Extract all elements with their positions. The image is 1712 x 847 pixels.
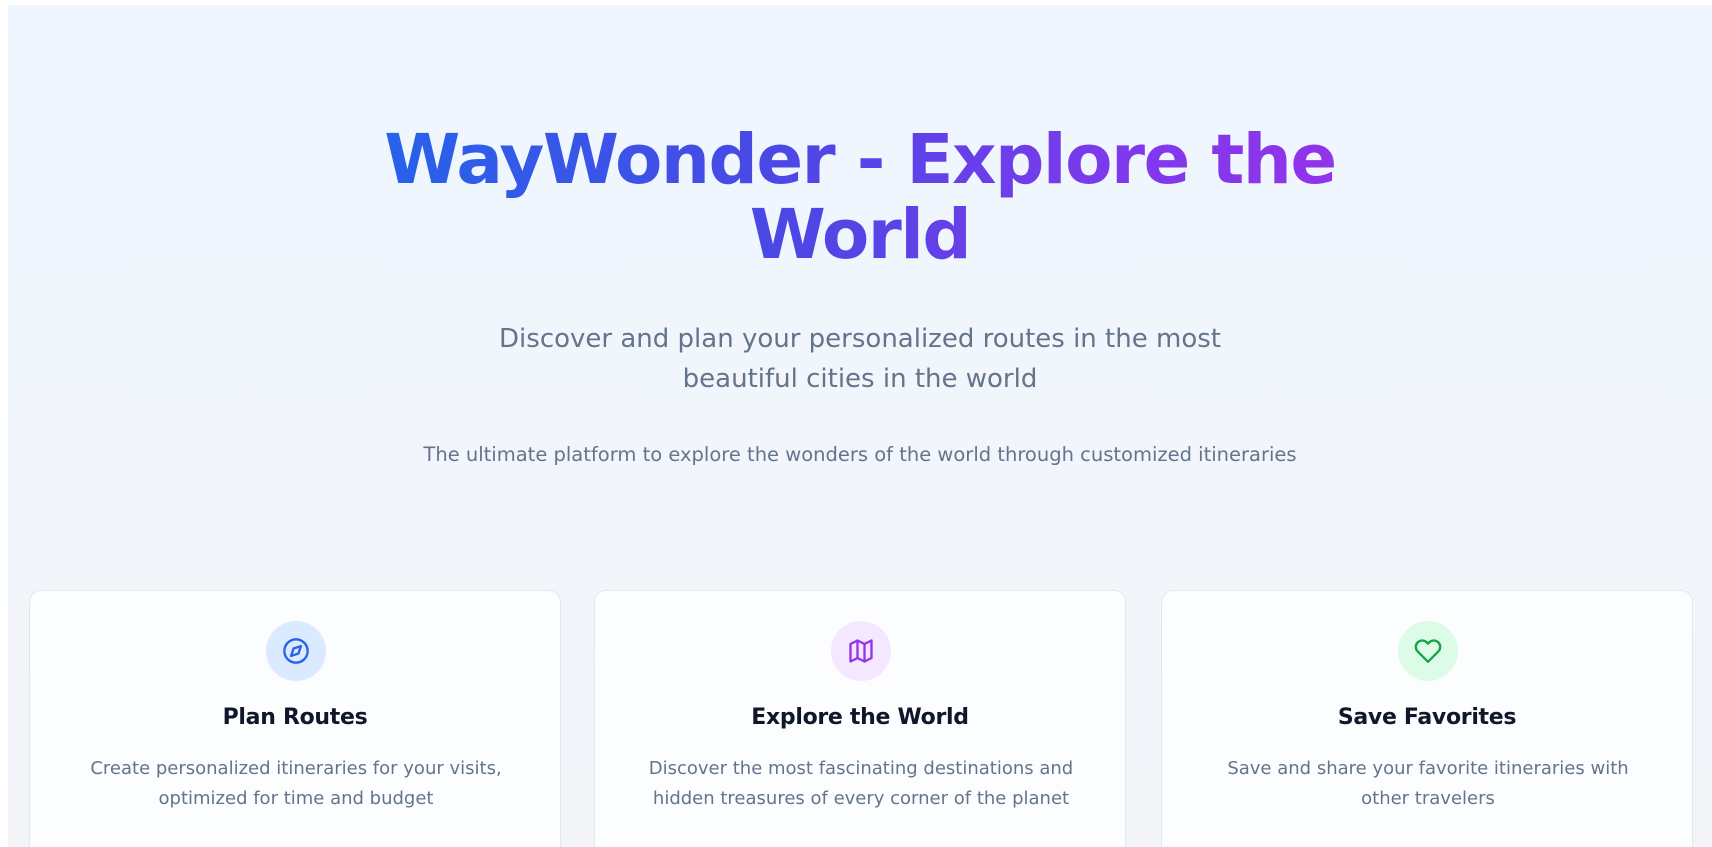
heart-icon: [1398, 621, 1458, 681]
feature-title: Save Favorites: [1337, 705, 1517, 730]
feature-card-explore-world: Explore the World Discover the most fasc…: [594, 590, 1126, 847]
compass-icon: [266, 621, 326, 681]
hero-tagline: The ultimate platform to explore the won…: [423, 443, 1297, 466]
feature-card-plan-routes: Plan Routes Create personalized itinerar…: [29, 590, 561, 847]
feature-card-save-favorites: Save Favorites Save and share your favor…: [1161, 590, 1693, 847]
feature-description: Save and share your favorite itineraries…: [1227, 758, 1629, 809]
landing-page: WayWonder - Explore the World Discover a…: [8, 5, 1712, 847]
map-icon: [831, 621, 891, 681]
feature-title: Plan Routes: [222, 705, 368, 730]
feature-title: Explore the World: [751, 705, 969, 730]
hero-subtitle: Discover and plan your personalized rout…: [499, 324, 1221, 394]
feature-description: Create personalized itineraries for your…: [90, 758, 502, 809]
hero-title: WayWonder - Explore the World: [370, 123, 1350, 273]
feature-description: Discover the most fascinating destinatio…: [648, 758, 1074, 809]
